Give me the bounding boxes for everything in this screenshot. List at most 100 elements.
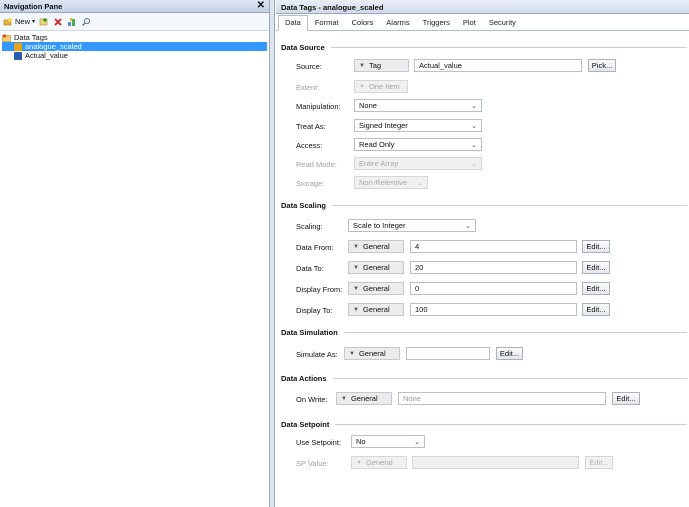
scaling-label: Scaling: <box>296 222 323 231</box>
chevron-down-icon: ⌄ <box>465 223 471 230</box>
section-title: Data Actions <box>281 373 327 383</box>
section-title: Data Source <box>281 42 325 52</box>
folder-tags-icon <box>2 33 11 42</box>
field-value: 0 <box>415 284 420 293</box>
source-value-field[interactable]: Actual_value <box>414 59 582 72</box>
sp-value-label: SP Value: <box>296 459 329 468</box>
delete-icon[interactable] <box>53 17 63 27</box>
display-from-type-dropdown[interactable]: ▼ General <box>348 282 404 295</box>
on-write-type-dropdown[interactable]: ▼ General <box>336 392 392 405</box>
type-value: General <box>362 263 390 272</box>
data-source-heading: Data Source <box>281 41 689 53</box>
close-icon[interactable]: ✕ <box>257 1 265 11</box>
simulate-as-field[interactable] <box>406 347 490 360</box>
access-select[interactable]: Read Only ⌄ <box>354 138 482 151</box>
data-from-label: Data From: <box>296 243 334 252</box>
dropdown-arrow-icon: ▼ <box>353 285 359 292</box>
tab-data[interactable]: Data <box>278 15 308 31</box>
tab-security[interactable]: Security <box>483 16 522 30</box>
scaled-tag-icon <box>14 42 22 51</box>
search-icon[interactable] <box>81 17 91 27</box>
display-to-edit-button[interactable]: Edit... <box>582 303 610 316</box>
dropdown-arrow-icon: ▼ <box>359 62 365 69</box>
tree-root-label: Data Tags <box>14 33 48 42</box>
use-setpoint-value: No <box>356 437 366 446</box>
tree-item-analogue-scaled[interactable]: analogue_scaled <box>2 42 267 51</box>
manipulation-select[interactable]: None ⌄ <box>354 99 482 112</box>
type-value: General <box>362 284 390 293</box>
tab-format[interactable]: Format <box>309 16 345 30</box>
new-tag-icon <box>3 17 12 25</box>
tab-bar: Data Format Colors Alarms Triggers Plot … <box>276 14 689 31</box>
tag-icon <box>14 51 22 60</box>
dropdown-arrow-icon: ▼ <box>353 264 359 271</box>
treat-as-value: Signed Integer <box>359 121 408 130</box>
type-value: General <box>365 458 393 467</box>
data-to-edit-button[interactable]: Edit... <box>582 261 610 274</box>
simulate-as-type-dropdown[interactable]: ▼ General <box>344 347 400 360</box>
on-write-field[interactable]: None <box>398 392 606 405</box>
storage-select[interactable]: Non-Retentive ⌄ <box>354 176 428 189</box>
tag-tree: Data Tags analogue_scaled Actual_value <box>0 31 269 62</box>
data-to-label: Data To: <box>296 264 324 273</box>
scaling-select[interactable]: Scale to Integer ⌄ <box>348 219 476 232</box>
display-from-field[interactable]: 0 <box>410 282 577 295</box>
dropdown-arrow-icon: ▼ <box>353 243 359 250</box>
display-to-label: Display To: <box>296 306 333 315</box>
data-to-type-dropdown[interactable]: ▼ General <box>348 261 404 274</box>
display-from-edit-button[interactable]: Edit... <box>582 282 610 295</box>
data-to-field[interactable]: 20 <box>410 261 577 274</box>
pane-splitter[interactable] <box>270 0 275 507</box>
pick-button[interactable]: Pick... <box>588 59 616 72</box>
tree-item-actual-value[interactable]: Actual_value <box>2 51 267 60</box>
use-setpoint-select[interactable]: No ⌄ <box>351 435 425 448</box>
data-scaling-heading: Data Scaling <box>281 199 689 211</box>
simulate-edit-button[interactable]: Edit... <box>496 347 523 360</box>
panel-title: Data Tags - analogue_scaled <box>276 0 689 14</box>
manipulation-value: None <box>359 101 377 110</box>
new-button-label: New <box>15 17 31 26</box>
field-placeholder: None <box>403 394 421 403</box>
access-value: Read Only <box>359 140 395 149</box>
sp-value-type-dropdown[interactable]: ▼ General <box>351 456 407 469</box>
manipulation-label: Manipulation: <box>296 102 341 111</box>
data-simulation-heading: Data Simulation <box>281 326 689 338</box>
type-value: General <box>350 394 378 403</box>
extent-dropdown[interactable]: ▼ One Item <box>354 80 408 93</box>
chevron-down-icon: ⌄ <box>414 439 420 446</box>
type-value: General <box>362 242 390 251</box>
tab-alarms[interactable]: Alarms <box>380 16 415 30</box>
display-to-type-dropdown[interactable]: ▼ General <box>348 303 404 316</box>
data-actions-heading: Data Actions <box>281 372 689 384</box>
tree-item-label: analogue_scaled <box>25 42 82 51</box>
tree-item-label: Actual_value <box>25 51 68 60</box>
read-mode-value: Entire Array <box>359 159 399 168</box>
read-mode-select[interactable]: Entire Array ⌄ <box>354 157 482 170</box>
tab-triggers[interactable]: Triggers <box>417 16 456 30</box>
display-to-field[interactable]: 100 <box>410 303 577 316</box>
source-type-value: Tag <box>368 61 382 70</box>
add-tag-icon[interactable] <box>39 17 49 27</box>
field-value: 100 <box>415 305 428 314</box>
storage-value: Non-Retentive <box>359 178 407 187</box>
data-from-edit-button[interactable]: Edit... <box>582 240 610 253</box>
tab-plot[interactable]: Plot <box>457 16 482 30</box>
data-from-type-dropdown[interactable]: ▼ General <box>348 240 404 253</box>
navigation-pane-title: Navigation Pane <box>4 1 63 11</box>
source-type-dropdown[interactable]: ▼ Tag <box>354 59 409 72</box>
tree-root-data-tags[interactable]: Data Tags <box>2 33 267 42</box>
display-from-label: Display From: <box>296 285 343 294</box>
tab-colors[interactable]: Colors <box>346 16 380 30</box>
dropdown-arrow-icon: ▼ <box>356 459 362 466</box>
group-icon[interactable] <box>67 17 77 27</box>
sp-value-edit-button[interactable]: Edit... <box>585 456 613 469</box>
on-write-edit-button[interactable]: Edit... <box>612 392 640 405</box>
sp-value-field[interactable] <box>412 456 579 469</box>
section-title: Data Simulation <box>281 327 338 337</box>
data-from-field[interactable]: 4 <box>410 240 577 253</box>
new-button[interactable]: New ▾ <box>3 17 35 27</box>
treat-as-select[interactable]: Signed Integer ⌄ <box>354 119 482 132</box>
field-value: 20 <box>415 263 424 272</box>
on-write-label: On Write: <box>296 395 328 404</box>
simulate-as-label: Simulate As: <box>296 350 338 359</box>
